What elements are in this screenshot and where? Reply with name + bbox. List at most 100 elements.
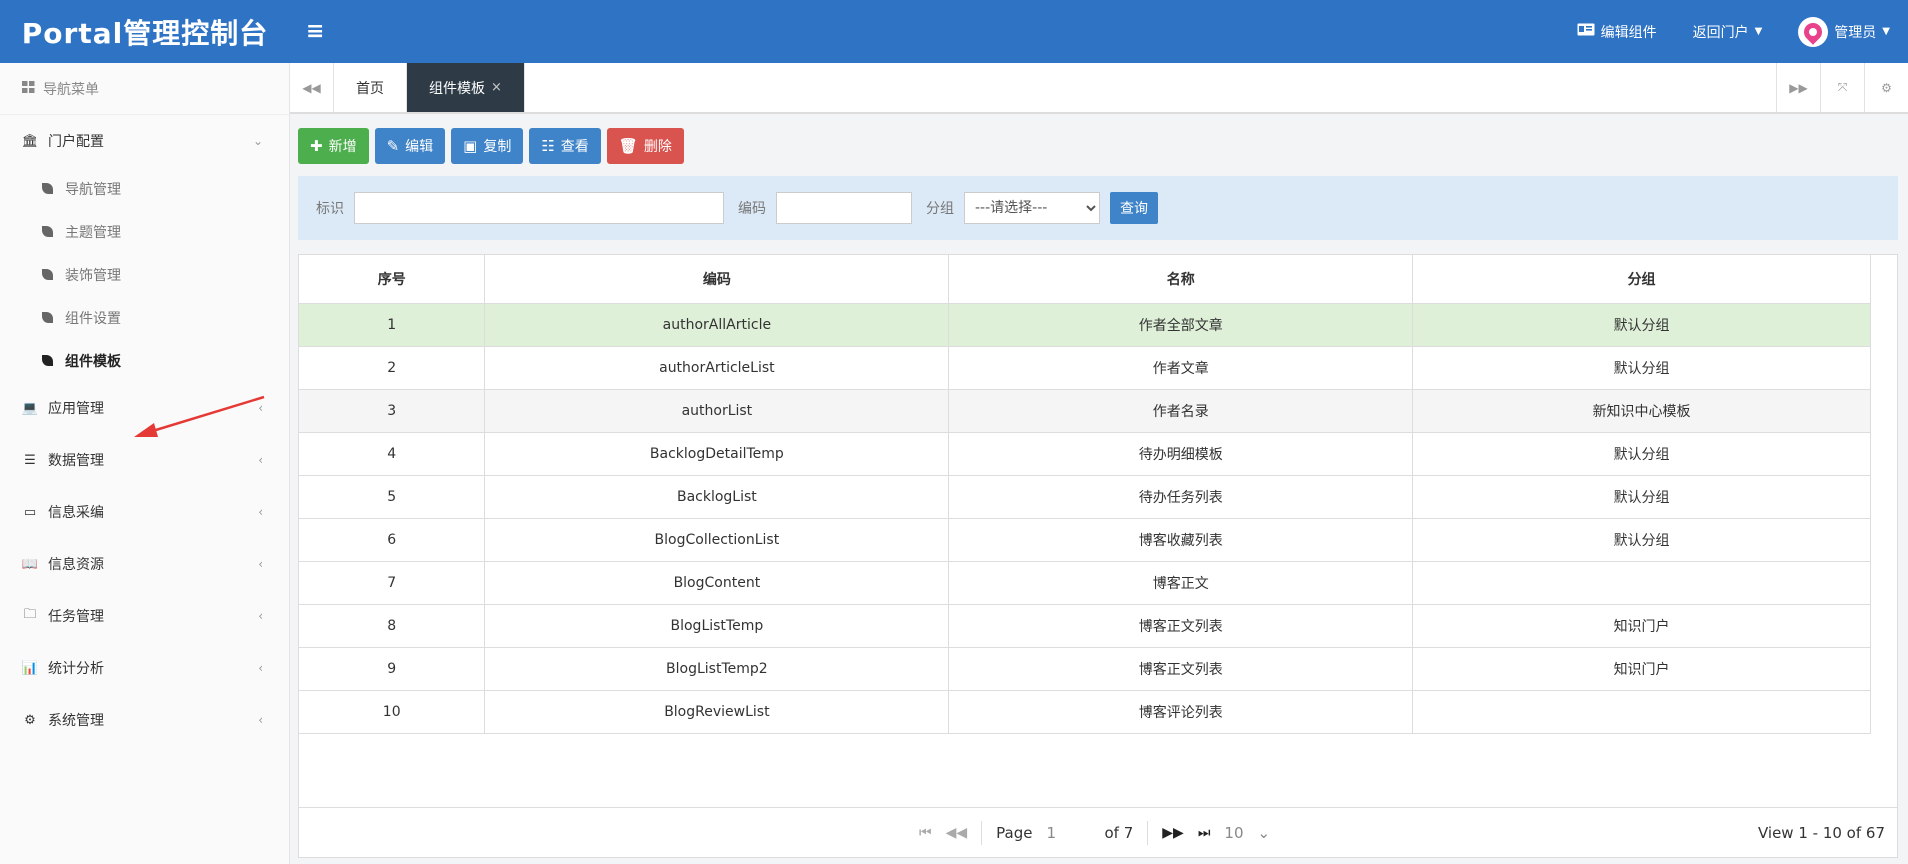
id-card-icon (1577, 23, 1595, 40)
table-row[interactable]: 5 BacklogList 待办任务列表 默认分组 (299, 475, 1871, 519)
page-number-input[interactable] (1046, 823, 1091, 842)
sidebar-group-info-resource[interactable]: 📖 信息资源 ‹ (0, 538, 289, 590)
edit-component-button[interactable]: 编辑组件 (1559, 22, 1675, 42)
cell-name: 博客正文列表 (948, 604, 1414, 648)
cell-code: BacklogList (484, 475, 950, 519)
cell-group: 默认分组 (1412, 303, 1871, 347)
table-row[interactable]: 4 BacklogDetailTemp 待办明细模板 默认分组 (299, 432, 1871, 476)
table-row[interactable]: 1 authorAllArticle 作者全部文章 默认分组 (299, 303, 1871, 347)
brand-title: Portal管理控制台 (21, 16, 269, 50)
last-page-icon[interactable]: ⏭ (1198, 825, 1211, 841)
table-row[interactable]: 7 BlogContent 博客正文 (299, 561, 1871, 605)
column-header-name[interactable]: 名称 (948, 255, 1414, 304)
prev-page-icon[interactable]: ◀◀ (946, 825, 968, 841)
sidebar-item-label: 装饰管理 (65, 267, 121, 284)
tab-component-template[interactable]: 组件模板 × (407, 63, 525, 112)
code-input[interactable] (776, 192, 912, 224)
table-row[interactable]: 8 BlogListTemp 博客正文列表 知识门户 (299, 604, 1871, 648)
sidebar-item-nav-manage[interactable]: 导航管理 (0, 167, 289, 210)
group-select[interactable]: ---请选择--- (964, 192, 1100, 224)
id-input[interactable] (354, 192, 724, 224)
cell-name: 作者文章 (948, 346, 1414, 390)
copy-button[interactable]: ▣ 复制 (451, 128, 524, 164)
settings-gear-icon[interactable]: ⚙ (1864, 63, 1908, 112)
table-row[interactable]: 10 BlogReviewList 博客评论列表 (299, 690, 1871, 734)
toolbar: ✚ 新增 ✎ 编辑 ▣ 复制 ☷ 查看 🗑 删除 (298, 128, 684, 164)
return-portal-dropdown[interactable]: 返回门户 ▼ (1675, 22, 1781, 42)
pager-summary: View 1 - 10 of 67 (1757, 823, 1885, 842)
edit-icon: ✎ (386, 137, 400, 155)
group-label: 分组 (926, 201, 954, 217)
sidebar-item-component-template[interactable]: 组件模板 (0, 339, 289, 382)
cell-code: BlogCollectionList (484, 518, 950, 562)
table-row[interactable]: 3 authorList 作者名录 新知识中心模板 (299, 389, 1871, 433)
chevron-left-icon: ‹ (258, 661, 263, 675)
cell-index: 1 (299, 303, 486, 347)
list-icon: ☰ (24, 452, 36, 468)
cell-index: 7 (299, 561, 486, 605)
view-button[interactable]: ☷ 查看 (529, 128, 601, 164)
sidebar-item-component-settings[interactable]: 组件设置 (0, 296, 289, 339)
next-page-icon[interactable]: ▶▶ (1162, 825, 1184, 841)
cell-index: 2 (299, 346, 486, 390)
sidebar-group-label: 信息采编 (48, 505, 104, 521)
cell-code: authorAllArticle (484, 303, 950, 347)
pagination-bar: ⏮ ◀◀ Page of 7 ▶▶ ⏭ 10 ⌄ View 1 - 10 of … (299, 807, 1897, 857)
avatar (1798, 16, 1829, 47)
scroll-right-icon[interactable]: ▶▶ (1776, 63, 1820, 112)
leaf-icon (42, 183, 53, 194)
page-label: Page (996, 823, 1033, 842)
leaf-icon (42, 226, 53, 237)
cell-code: authorList (484, 389, 950, 433)
fullscreen-icon[interactable]: ⤧ (1820, 63, 1864, 112)
sidebar-header: 导航菜单 (0, 63, 289, 115)
cell-code: BlogListTemp (484, 604, 950, 648)
menu-toggle-icon[interactable]: ≡ (306, 19, 324, 44)
sidebar-item-label: 组件模板 (65, 353, 121, 370)
sidebar-item-theme-manage[interactable]: 主题管理 (0, 210, 289, 253)
sidebar-group-portal-config[interactable]: 🏛 门户配置 ⌄ (0, 115, 289, 167)
column-header-group[interactable]: 分组 (1412, 255, 1871, 304)
sidebar-title: 导航菜单 (43, 81, 99, 98)
column-header-index[interactable]: 序号 (299, 255, 486, 304)
cell-code: BacklogDetailTemp (484, 432, 950, 476)
cell-group: 知识门户 (1412, 647, 1871, 691)
add-label: 新增 (328, 139, 357, 155)
user-menu[interactable]: 管理员 ▼ (1780, 16, 1908, 47)
cell-name: 博客评论列表 (948, 690, 1414, 734)
cell-name: 博客收藏列表 (948, 518, 1414, 562)
sidebar-item-decoration-manage[interactable]: 装饰管理 (0, 253, 289, 296)
scroll-left-icon[interactable]: ◀◀ (290, 63, 334, 112)
page-total: of 7 (1104, 823, 1134, 842)
first-page-icon[interactable]: ⏮ (919, 825, 932, 841)
query-button[interactable]: 查询 (1110, 192, 1158, 224)
sidebar-group-info-edit[interactable]: ▭ 信息采编 ‹ (0, 486, 289, 538)
leaf-icon (42, 312, 53, 323)
table-row[interactable]: 6 BlogCollectionList 博客收藏列表 默认分组 (299, 518, 1871, 562)
delete-button[interactable]: 🗑 删除 (606, 128, 684, 164)
sidebar-group-task-manage[interactable]: 🗀 任务管理 ‹ (0, 590, 289, 642)
gears-icon: ⚙ (24, 712, 36, 728)
cell-index: 3 (299, 389, 486, 433)
view-label: 查看 (560, 139, 589, 155)
chevron-down-icon: ⌄ (252, 134, 263, 148)
column-header-code[interactable]: 编码 (484, 255, 950, 304)
page-size-select[interactable]: 10 ⌄ (1224, 824, 1270, 842)
table-row[interactable]: 2 authorArticleList 作者文章 默认分组 (299, 346, 1871, 390)
sidebar-group-label: 门户配置 (48, 134, 104, 150)
cell-group: 默认分组 (1412, 346, 1871, 390)
chevron-left-icon: ‹ (258, 713, 263, 727)
chart-icon: 📊 (21, 660, 39, 676)
table-row[interactable]: 9 BlogListTemp2 博客正文列表 知识门户 (299, 647, 1871, 691)
sidebar-group-statistics[interactable]: 📊 统计分析 ‹ (0, 642, 289, 694)
sidebar-group-system-manage[interactable]: ⚙ 系统管理 ‹ (0, 694, 289, 746)
cell-code: authorArticleList (484, 346, 950, 390)
delete-label: 删除 (643, 139, 672, 155)
copy-label: 复制 (483, 139, 512, 155)
edit-button[interactable]: ✎ 编辑 (374, 128, 446, 164)
sidebar-group-label: 系统管理 (48, 713, 104, 729)
add-button[interactable]: ✚ 新增 (298, 128, 369, 164)
tab-home[interactable]: 首页 (334, 63, 407, 112)
page-size-value: 10 (1224, 823, 1244, 842)
close-icon[interactable]: × (491, 80, 502, 95)
